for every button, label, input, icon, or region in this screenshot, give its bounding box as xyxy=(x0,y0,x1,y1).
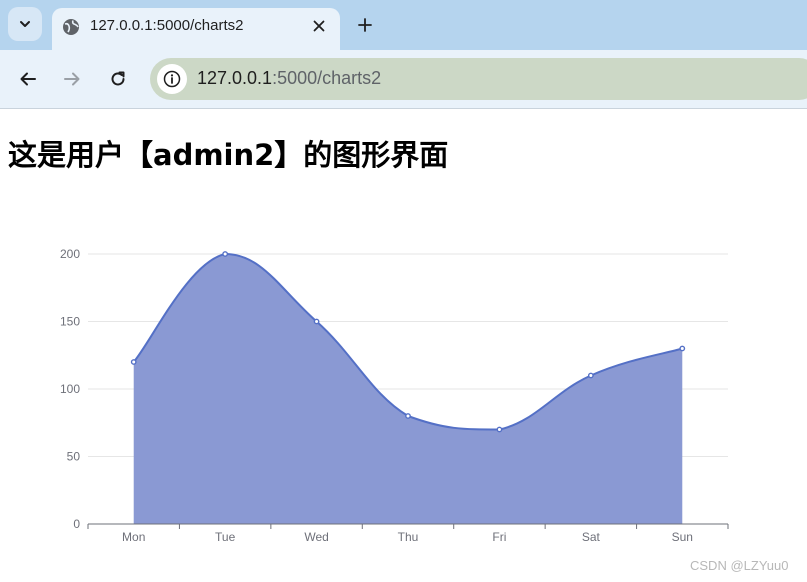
tab-active[interactable]: 127.0.0.1:5000/charts2 xyxy=(52,8,340,50)
data-point xyxy=(313,318,320,325)
back-arrow-icon xyxy=(20,72,36,86)
chevron-down-icon xyxy=(20,21,30,27)
plus-icon xyxy=(358,18,372,32)
data-point xyxy=(130,359,137,365)
url-path: :5000/charts2 xyxy=(272,68,382,88)
y-tick-label: 0 xyxy=(73,517,80,531)
info-icon xyxy=(163,70,181,88)
x-tick-label: Fri xyxy=(492,530,506,544)
address-bar[interactable]: 127.0.0.1:5000/charts2 xyxy=(150,58,807,100)
browser-toolbar: 127.0.0.1:5000/charts2 xyxy=(0,50,807,109)
x-tick-label: Thu xyxy=(398,530,419,544)
x-tick-label: Wed xyxy=(304,530,328,544)
data-point xyxy=(496,426,503,433)
tab-close-button[interactable] xyxy=(310,17,328,35)
x-tick-label: Mon xyxy=(122,530,145,544)
globe-icon xyxy=(63,19,79,35)
forward-arrow-icon xyxy=(64,72,80,86)
data-point xyxy=(679,345,686,352)
data-point xyxy=(587,372,594,379)
y-tick-label: 150 xyxy=(60,315,80,329)
tab-strip: 127.0.0.1:5000/charts2 xyxy=(0,0,807,50)
close-icon xyxy=(313,20,325,32)
reload-button[interactable] xyxy=(104,65,132,93)
tab-title: 127.0.0.1:5000/charts2 xyxy=(90,17,244,34)
watermark: CSDN @LZYuu0 xyxy=(690,558,789,573)
x-tick-label: Tue xyxy=(215,530,236,544)
forward-button[interactable] xyxy=(58,65,86,93)
site-info-button[interactable] xyxy=(157,64,187,94)
data-point xyxy=(405,413,411,419)
x-tick-label: Sun xyxy=(672,530,693,544)
y-tick-label: 100 xyxy=(60,382,80,396)
back-button[interactable] xyxy=(14,65,42,93)
y-tick-label: 50 xyxy=(67,450,81,464)
reload-icon xyxy=(111,71,125,86)
area-chart: 0 50 100 150 200 Mon Tue Wed Thu Fri Sat Sun xyxy=(60,247,729,544)
url-host: 127.0.0.1 xyxy=(197,68,273,88)
x-tick-label: Sat xyxy=(582,530,601,544)
new-tab-button[interactable] xyxy=(350,10,380,40)
page-title: 这是用户【admin2】的图形界面 xyxy=(8,138,449,172)
url-text[interactable]: 127.0.0.1:5000/charts2 xyxy=(197,68,381,89)
y-tick-label: 200 xyxy=(60,247,80,261)
tab-list-button[interactable] xyxy=(8,7,42,41)
data-point xyxy=(222,251,229,257)
